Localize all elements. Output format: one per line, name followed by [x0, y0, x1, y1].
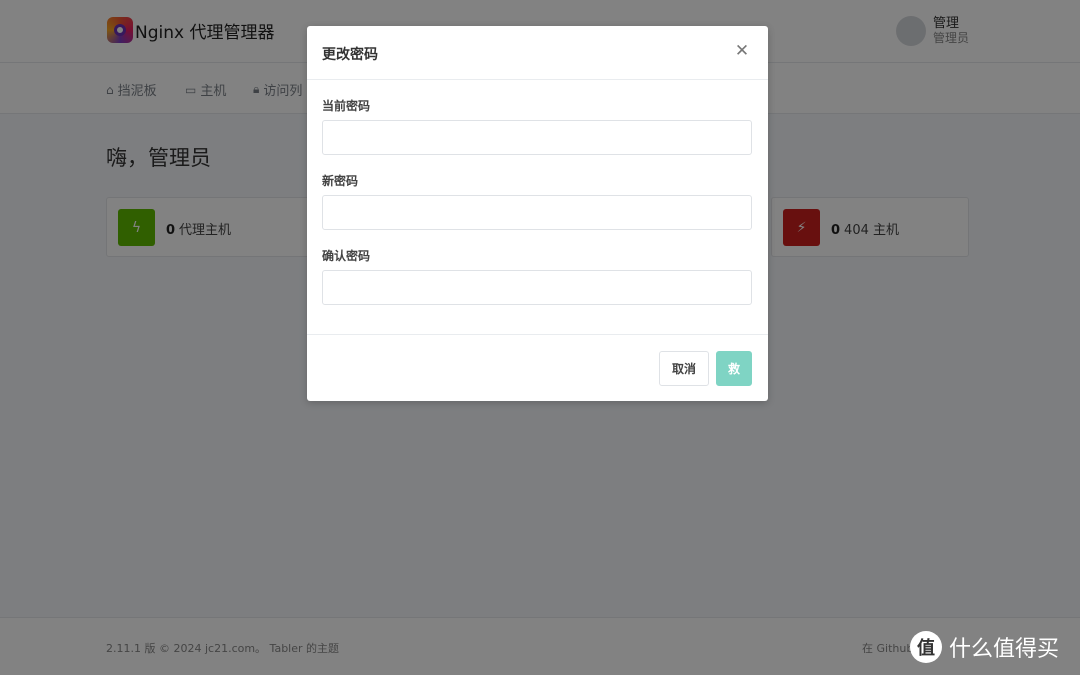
cancel-button[interactable]: 取消	[659, 351, 709, 386]
change-password-dialog: 更改密码 ✕ 当前密码 新密码 确认密码 取消 救	[307, 26, 768, 401]
modal-footer: 取消 救	[307, 334, 768, 401]
save-button[interactable]: 救	[716, 351, 752, 386]
modal-title: 更改密码	[322, 47, 378, 63]
confirm-password-label: 确认密码	[322, 249, 371, 263]
current-password-label: 当前密码	[322, 99, 371, 113]
confirm-password-field[interactable]	[322, 270, 752, 305]
close-icon[interactable]: ✕	[733, 42, 751, 60]
watermark: 值 什么值得买	[910, 631, 1059, 663]
watermark-badge: 值	[910, 631, 942, 663]
modal-header: 更改密码 ✕	[307, 26, 768, 80]
current-password-field[interactable]	[322, 120, 752, 155]
new-password-label: 新密码	[322, 174, 359, 188]
new-password-field[interactable]	[322, 195, 752, 230]
watermark-text: 什么值得买	[949, 637, 1060, 662]
